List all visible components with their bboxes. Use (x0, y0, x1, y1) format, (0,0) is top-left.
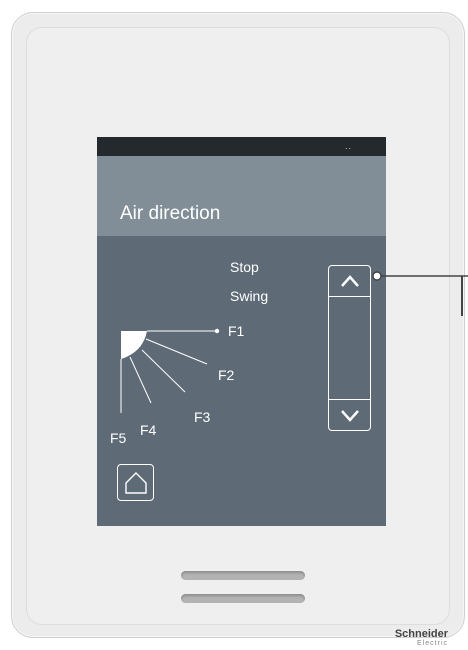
touch-screen: .. Air direction Stop Swing F1 F2 F3 F4 … (97, 137, 386, 526)
direction-line-f4 (129, 356, 152, 404)
callout-vertical (461, 276, 463, 316)
chevron-down-icon (341, 410, 359, 422)
position-f2[interactable]: F2 (218, 367, 234, 383)
position-f5[interactable]: F5 (110, 430, 126, 446)
position-f1[interactable]: F1 (228, 323, 244, 339)
scroll-down-button[interactable] (329, 399, 370, 430)
position-f4[interactable]: F4 (140, 422, 156, 438)
scroll-control (328, 265, 371, 431)
title-bar: Air direction (97, 156, 386, 236)
status-bar: .. (97, 137, 386, 156)
position-f3[interactable]: F3 (194, 409, 210, 425)
fan-vane-icon (121, 331, 147, 359)
vent-slot-bottom (181, 594, 305, 603)
vent-slot-top (181, 571, 305, 580)
home-icon (125, 472, 147, 494)
brand-name: Schneider (394, 628, 448, 640)
brand-logo: Schneider Electric (394, 628, 448, 648)
selected-dot (214, 328, 220, 334)
status-indicator: .. (344, 141, 352, 151)
option-stop[interactable]: Stop (230, 259, 259, 275)
option-swing[interactable]: Swing (230, 288, 268, 304)
chevron-up-icon (341, 275, 359, 287)
page-title: Air direction (120, 203, 221, 224)
scroll-up-button[interactable] (329, 266, 370, 297)
direction-line-f2 (145, 338, 208, 365)
home-button[interactable] (117, 464, 154, 501)
brand-sub: Electric (417, 640, 448, 647)
callout-pointer (372, 271, 468, 281)
direction-line-f3 (141, 349, 186, 393)
